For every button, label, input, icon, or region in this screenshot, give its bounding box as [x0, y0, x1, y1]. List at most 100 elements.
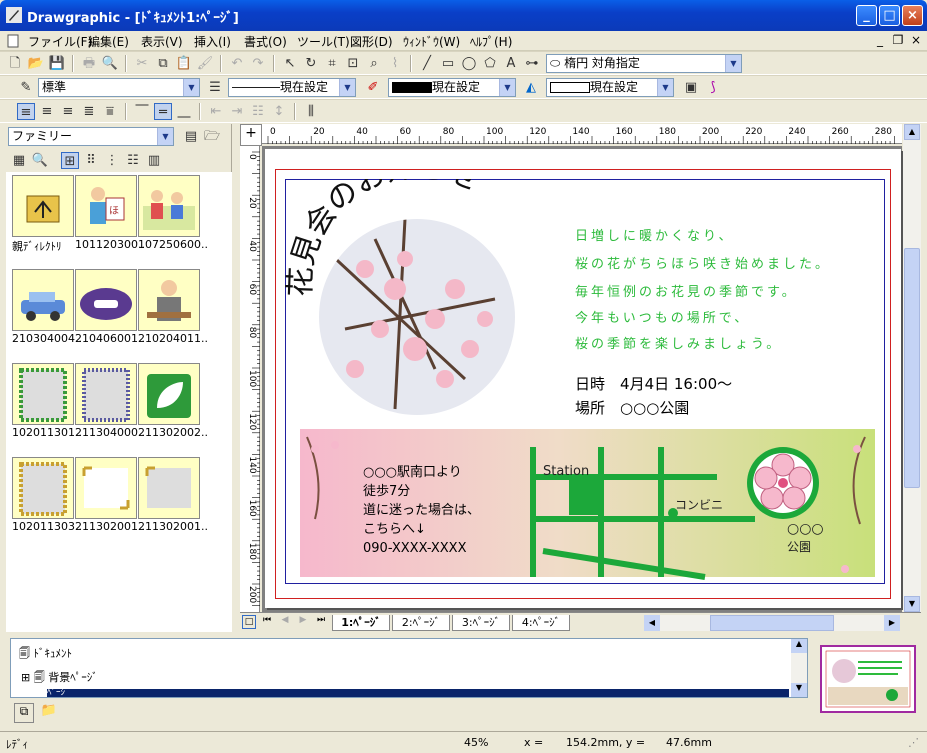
- small-icons-icon[interactable]: ⠿: [82, 152, 100, 169]
- tree-node-page[interactable]: ﾍﾟｰｼﾞ: [47, 689, 789, 697]
- valign-middle-icon[interactable]: ═: [154, 103, 172, 120]
- thumbnail-item[interactable]: [138, 363, 200, 425]
- page-view-icon[interactable]: □: [242, 615, 256, 629]
- maximize-button[interactable]: □: [879, 5, 900, 26]
- thumbnail-item[interactable]: [75, 269, 137, 331]
- menu-view[interactable]: 表示(V): [141, 33, 183, 50]
- redo-icon[interactable]: ↷: [249, 55, 267, 72]
- scroll-down-button[interactable]: ▼: [904, 596, 920, 612]
- align-center-icon[interactable]: ≡: [38, 103, 56, 120]
- thumbnail-item[interactable]: ほ: [75, 175, 137, 237]
- canvas-area[interactable]: 花見会のお知らせ Station コンビニ ○○○ 公園: [262, 146, 902, 612]
- directions-text[interactable]: ○○○駅南口より 徒歩7分 道に迷った場合は、 こちらへ↓ 090-XXXX-X…: [363, 463, 480, 558]
- scroll-right-button[interactable]: ▶: [884, 615, 900, 631]
- thumbnail-item[interactable]: [75, 363, 137, 425]
- align-right-icon[interactable]: ≡: [59, 103, 77, 120]
- vertical-text-icon[interactable]: ⫼: [302, 103, 320, 120]
- valign-bottom-icon[interactable]: ⎽: [175, 103, 193, 120]
- paste-icon[interactable]: 📋: [175, 55, 193, 72]
- distort-icon[interactable]: ⌗: [323, 55, 341, 72]
- menu-file[interactable]: ファイル(F): [28, 33, 92, 50]
- thumbnail-item[interactable]: [75, 457, 137, 519]
- folder-settings-icon[interactable]: 🗁: [203, 128, 221, 145]
- zoom-icon[interactable]: ⌕: [365, 55, 383, 72]
- tree-icon[interactable]: ⋮: [103, 152, 121, 169]
- indent-decrease-icon[interactable]: ⇤: [207, 103, 225, 120]
- page-preview[interactable]: [820, 645, 916, 713]
- place-row[interactable]: 場所 ○○○公園: [575, 397, 689, 418]
- line-color-select[interactable]: 現在設定 ▼: [388, 78, 516, 97]
- horizontal-scrollbar[interactable]: ◀ ▶: [644, 615, 900, 631]
- last-page-icon[interactable]: ⏭: [314, 615, 328, 629]
- polygon-tool-icon[interactable]: ⬠: [481, 55, 499, 72]
- distribute-icon[interactable]: ⩸: [101, 103, 119, 120]
- menu-insert[interactable]: 挿入(I): [194, 33, 231, 50]
- mdi-restore-button[interactable]: ❐: [890, 33, 906, 47]
- menu-window[interactable]: ｳｨﾝﾄﾞｳ(W): [403, 33, 460, 50]
- line-select[interactable]: ――――現在設定 ▼: [228, 78, 356, 97]
- line-spacing-icon[interactable]: ↕: [270, 103, 288, 120]
- minimize-button[interactable]: _: [856, 5, 877, 26]
- menu-tools[interactable]: ツール(T): [297, 33, 350, 50]
- details-icon[interactable]: ▥: [145, 152, 163, 169]
- edit-points-icon[interactable]: ⊡: [344, 55, 362, 72]
- tab-page-1[interactable]: 1:ﾍﾟｰｼﾞ: [332, 615, 390, 631]
- message-line-2[interactable]: 桜の花がちらほら咲き始めました。: [575, 253, 831, 272]
- indent-increase-icon[interactable]: ⇥: [228, 103, 246, 120]
- menu-shapes[interactable]: 図形(D): [350, 33, 393, 50]
- rotate-icon[interactable]: ↻: [302, 55, 320, 72]
- tree-scrollbar[interactable]: ▲ ▼: [791, 639, 807, 697]
- text-tool-icon[interactable]: A: [502, 55, 520, 72]
- message-line-5[interactable]: 桜の季節を楽しみましょう。: [575, 333, 782, 352]
- rectangle-tool-icon[interactable]: ▭: [439, 55, 457, 72]
- cherry-blossom-photo[interactable]: [315, 217, 525, 427]
- bullets-icon[interactable]: ☷: [249, 103, 267, 120]
- first-page-icon[interactable]: ⏮: [260, 615, 274, 629]
- datetime-row[interactable]: 日時 4月4日 16:00～: [575, 373, 732, 394]
- vertical-scrollbar[interactable]: ▲ ▼: [903, 124, 921, 612]
- valign-top-icon[interactable]: ⎺: [133, 103, 151, 120]
- thumbnail-item[interactable]: [12, 457, 74, 519]
- picture-view-icon[interactable]: ▦: [10, 152, 28, 169]
- resize-grip-icon[interactable]: ⋰: [908, 736, 919, 749]
- scroll-up-button[interactable]: ▲: [904, 124, 920, 140]
- next-page-icon[interactable]: ▶: [296, 615, 310, 629]
- copy-icon[interactable]: ⧉: [154, 55, 172, 72]
- tab-page-2[interactable]: 2:ﾍﾟｰｼﾞ: [392, 615, 450, 631]
- shape-mode-select[interactable]: ⬭ 楕円 対角指定 ▼: [546, 54, 742, 73]
- message-line-1[interactable]: 日増しに暖かくなり、: [575, 225, 734, 244]
- thumbnail-item[interactable]: [138, 175, 200, 237]
- print-preview-icon[interactable]: 🔍: [101, 55, 119, 72]
- tab-page-3[interactable]: 3:ﾍﾟｰｼﾞ: [452, 615, 510, 631]
- crop-icon[interactable]: ⌇: [386, 55, 404, 72]
- tree-tab-icon[interactable]: ⧉: [14, 703, 34, 723]
- menu-format[interactable]: 書式(O): [244, 33, 287, 50]
- style-select[interactable]: 標準 ▼: [38, 78, 200, 97]
- list-icon[interactable]: ☷: [124, 152, 142, 169]
- hscroll-thumb[interactable]: [710, 615, 834, 631]
- ellipse-tool-icon[interactable]: ◯: [460, 55, 478, 72]
- cut-icon[interactable]: ✂: [133, 55, 151, 72]
- fill-color-select[interactable]: 現在設定 ▼: [546, 78, 674, 97]
- shadow-icon[interactable]: ▣: [682, 79, 700, 96]
- message-line-3[interactable]: 毎年恒例のお花見の季節です。: [575, 281, 798, 300]
- line-tool-icon[interactable]: ╱: [418, 55, 436, 72]
- close-button[interactable]: ×: [902, 5, 923, 26]
- search-icon[interactable]: 🔍: [31, 152, 49, 169]
- message-line-4[interactable]: 今年もいつもの場所で、: [575, 307, 750, 326]
- undo-icon[interactable]: ↶: [228, 55, 246, 72]
- thumbnail-parent-dir[interactable]: [12, 175, 74, 237]
- tab-page-4[interactable]: 4:ﾍﾟｰｼﾞ: [512, 615, 570, 631]
- align-left-icon[interactable]: ≡: [17, 103, 35, 120]
- print-icon[interactable]: 🖶: [80, 55, 98, 72]
- scroll-thumb[interactable]: [904, 248, 920, 488]
- save-icon[interactable]: 💾: [48, 55, 66, 72]
- connector-tool-icon[interactable]: ⊶: [523, 55, 541, 72]
- open-icon[interactable]: 📂: [27, 55, 45, 72]
- prev-page-icon[interactable]: ◀: [278, 615, 292, 629]
- format-painter-icon[interactable]: 🖌: [196, 55, 214, 72]
- large-icons-icon[interactable]: ⊞: [61, 152, 79, 169]
- new-icon[interactable]: 🗋: [6, 55, 24, 72]
- expand-icon[interactable]: ⊞: [21, 671, 34, 684]
- folder-tab-icon[interactable]: 📁: [38, 703, 60, 723]
